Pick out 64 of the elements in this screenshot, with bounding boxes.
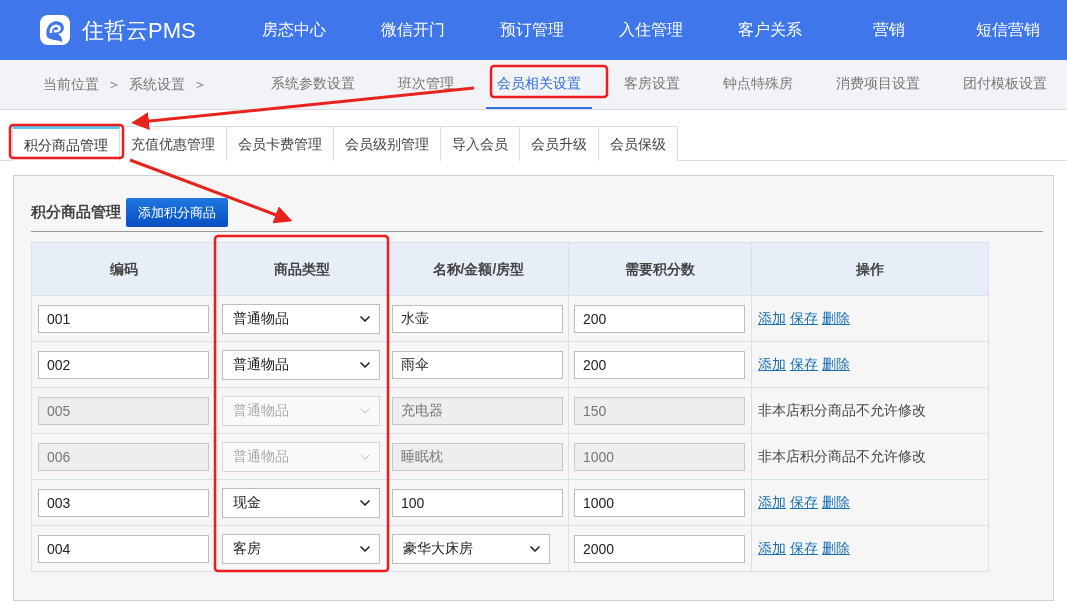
brand-name: 住哲云PMS — [82, 16, 196, 45]
dropdown[interactable]: 客房 — [222, 533, 380, 564]
note-text: 非本店积分商品不允许修改 — [758, 401, 926, 420]
tab[interactable]: 会员卡费管理 — [227, 126, 334, 161]
note-text: 非本店积分商品不允许修改 — [758, 447, 926, 466]
action-link[interactable]: 添加 — [758, 308, 786, 329]
column-header: 操作 — [855, 259, 885, 279]
action-link[interactable]: 添加 — [758, 354, 786, 375]
action-link[interactable]: 保存 — [790, 538, 818, 559]
text-field[interactable]: 200 — [574, 350, 745, 379]
text-field[interactable]: 200 — [574, 304, 745, 333]
dropdown[interactable]: 现金 — [222, 487, 380, 518]
action-link[interactable]: 添加 — [758, 492, 786, 513]
breadcrumb-text: ＞ — [107, 75, 121, 94]
text-field[interactable]: 1000 — [574, 488, 745, 517]
text-field[interactable]: 100 — [392, 488, 563, 517]
text-field[interactable]: 2000 — [574, 534, 745, 563]
breadcrumb-text: ＞ — [193, 75, 207, 94]
nav-link[interactable]: 营销 — [829, 18, 948, 42]
action-link[interactable]: 删除 — [822, 354, 850, 375]
sub-nav-tab[interactable]: 团付模板设置 — [952, 60, 1058, 109]
tab[interactable]: 会员级别管理 — [334, 126, 441, 161]
sub-nav-tab[interactable]: 班次管理 — [387, 60, 465, 109]
tab[interactable]: 积分商品管理 — [12, 126, 120, 161]
sub-nav-tab[interactable]: 消费项目设置 — [825, 60, 931, 109]
breadcrumb-text: 系统设置 — [129, 75, 185, 94]
tab[interactable]: 会员升级 — [520, 126, 599, 161]
text-field[interactable]: 002 — [38, 350, 209, 379]
nav-link[interactable]: 房态中心 — [234, 18, 353, 42]
sub-nav-tab[interactable]: 系统参数设置 — [260, 60, 366, 109]
dropdown[interactable]: 普通物品 — [222, 303, 380, 334]
text-field[interactable]: 水壶 — [392, 304, 563, 333]
action-link[interactable]: 保存 — [790, 492, 818, 513]
dropdown[interactable]: 普通物品 — [222, 349, 380, 380]
action-link[interactable]: 保存 — [790, 308, 818, 329]
tab[interactable]: 会员保级 — [599, 126, 678, 161]
column-header: 名称/金额/房型 — [389, 243, 569, 295]
nav-link[interactable]: 短信营销 — [948, 18, 1067, 42]
action-link[interactable]: 删除 — [822, 308, 850, 329]
sub-nav-tab[interactable]: 钟点特殊房 — [712, 60, 804, 109]
action-link[interactable]: 保存 — [790, 354, 818, 375]
action-link[interactable]: 添加 — [758, 538, 786, 559]
text-field[interactable]: 雨伞 — [392, 350, 563, 379]
logo-icon — [38, 13, 72, 47]
nav-link[interactable]: 微信开门 — [353, 18, 472, 42]
add-button[interactable]: 添加积分商品 — [126, 198, 228, 227]
text-field[interactable]: 003 — [38, 488, 209, 517]
panel-title: 积分商品管理 — [31, 202, 121, 223]
nav-link[interactable]: 预订管理 — [472, 18, 591, 42]
sub-nav-tab[interactable]: 客房设置 — [613, 60, 691, 109]
sub-nav-tab[interactable]: 会员相关设置 — [486, 60, 592, 109]
column-header: 商品类型 — [216, 243, 389, 295]
tab[interactable]: 导入会员 — [441, 126, 520, 161]
action-link[interactable]: 删除 — [822, 492, 850, 513]
column-header: 需要积分数 — [569, 243, 752, 295]
text-field[interactable]: 001 — [38, 304, 209, 333]
dropdown[interactable]: 豪华大床房 — [392, 533, 550, 564]
nav-link[interactable]: 入住管理 — [591, 18, 710, 42]
column-header: 编码 — [32, 243, 216, 295]
tab[interactable]: 充值优惠管理 — [120, 126, 227, 161]
action-link[interactable]: 删除 — [822, 538, 850, 559]
text-field[interactable]: 004 — [38, 534, 209, 563]
breadcrumb-text: 当前位置 — [43, 75, 99, 94]
nav-link[interactable]: 客户关系 — [710, 18, 829, 42]
